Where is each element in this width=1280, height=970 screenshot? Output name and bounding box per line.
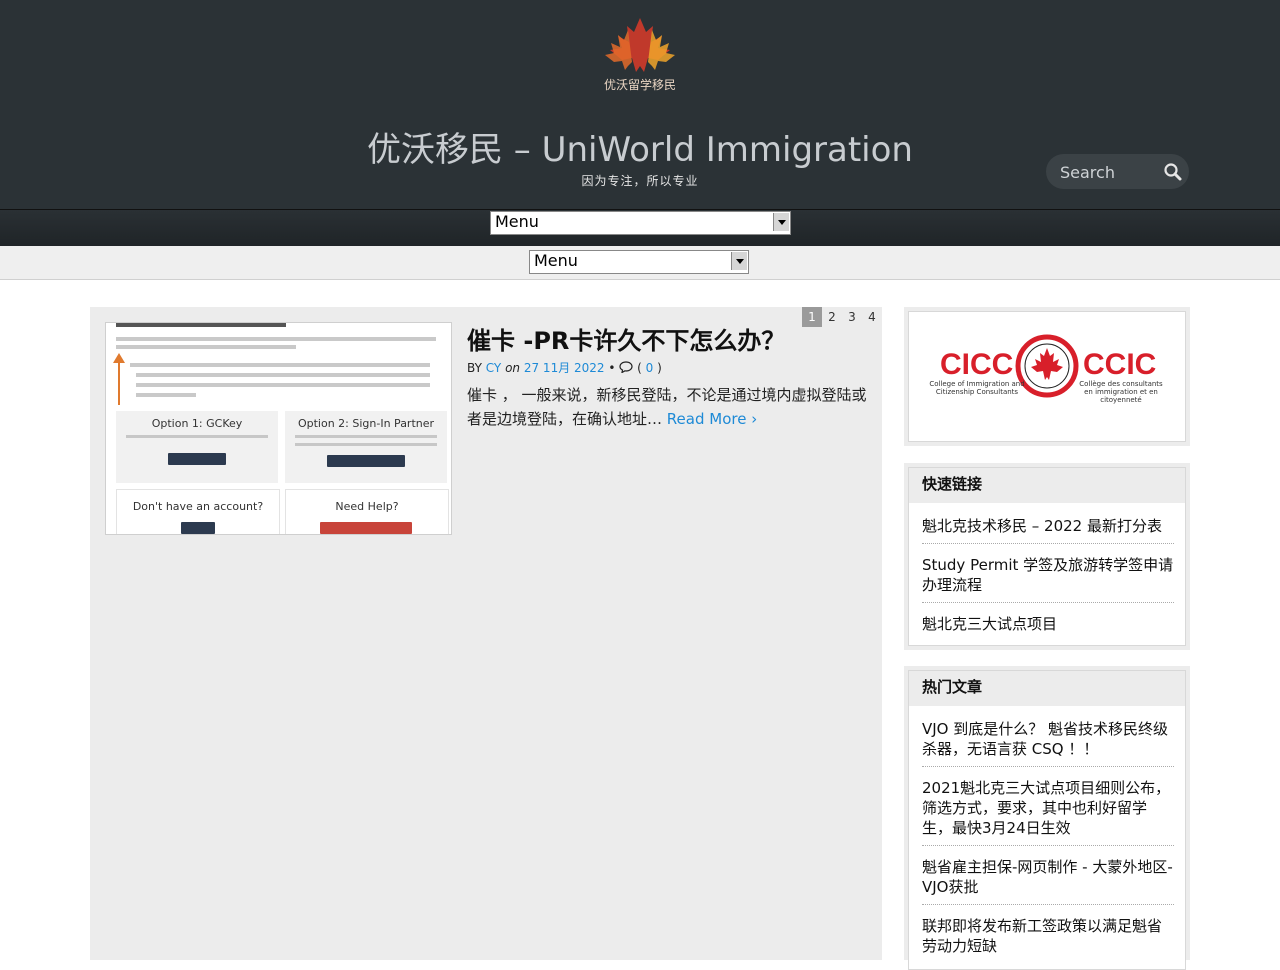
option1-card: Option 1: GCKey [116, 411, 278, 483]
divider [922, 904, 1174, 905]
comment-icon [619, 361, 633, 374]
no-account-title: Don't have an account? [132, 500, 264, 513]
quick-link-item[interactable]: 魁北克技术移民 – 2022 最新打分表 [922, 516, 1174, 536]
read-more-link[interactable]: Read More › [667, 410, 757, 428]
maple-leaf-icon [605, 18, 675, 72]
search-box [1046, 154, 1189, 189]
site-logo[interactable]: 优沃留学移民 [600, 16, 680, 94]
pager-item-3[interactable]: 3 [842, 307, 862, 327]
author-link[interactable]: CY [486, 361, 502, 375]
no-account-card: Don't have an account? [116, 489, 280, 534]
chevron-down-icon [731, 252, 747, 270]
warning-line [118, 357, 120, 405]
ccic-caption: Collège des consultants en immigration e… [1079, 380, 1163, 404]
on-label: on [505, 361, 521, 375]
help-button [320, 522, 412, 534]
secondary-menu-select[interactable]: Menu [529, 250, 749, 274]
quick-link-item[interactable]: Study Permit 学签及旅游转学签申请办理流程 [922, 555, 1174, 595]
register-button [181, 522, 215, 534]
popular-post-item[interactable]: 2021魁北克三大试点项目细则公布，筛选方式，要求，其中也利好留学生，最快3月2… [922, 778, 1174, 838]
secondary-nav: Menu [0, 246, 1280, 280]
quick-link-item[interactable]: 魁北克三大试点项目 [922, 614, 1174, 634]
pager-item-2[interactable]: 2 [822, 307, 842, 327]
divider [922, 766, 1174, 767]
option2-card: Option 2: Sign-In Partner [285, 411, 447, 483]
popular-posts-title: 热门文章 [909, 671, 1185, 706]
primary-menu-select[interactable]: Menu [490, 211, 791, 235]
divider [922, 543, 1174, 544]
warning-icon [113, 353, 125, 363]
option2-title: Option 2: Sign-In Partner [297, 417, 435, 430]
quick-links-widget: 快速链接 魁北克技术移民 – 2022 最新打分表 Study Permit 学… [904, 463, 1190, 650]
post-thumbnail[interactable]: Option 1: GCKey Option 2: Sign-In Partne… [105, 322, 452, 535]
cicc-text: CICC [940, 348, 1014, 381]
primary-nav: Menu [0, 209, 1280, 247]
comment-count[interactable]: 0 [646, 361, 654, 375]
cicc-caption: College of Immigration and Citizenship C… [929, 380, 1025, 396]
option2-button [327, 455, 405, 467]
primary-menu-label: Menu [495, 212, 539, 231]
slider-pager: 1 2 3 4 [802, 307, 882, 327]
need-help-card: Need Help? [285, 489, 449, 534]
site-header: 优沃留学移民 优沃移民 – UniWorld Immigration 因为专注，… [0, 0, 1280, 209]
chevron-down-icon [773, 213, 789, 231]
search-icon [1164, 163, 1182, 181]
cicc-widget: CICC CCIC College of Immigration and Cit… [904, 307, 1190, 446]
cicc-badge[interactable]: CICC CCIC College of Immigration and Cit… [908, 311, 1186, 442]
ccic-text: CCIC [1083, 348, 1157, 381]
popular-post-item[interactable]: 魁省雇主担保-网页制作 - 大蒙外地区-VJO获批 [922, 857, 1174, 897]
main-content: 1 2 3 4 Option 1: GCKey Option 2: Sign-I… [90, 307, 882, 960]
post-excerpt: 催卡 ， 一般来说，新移民登陆，不论是通过境内虚拟登陆或者是边境登陆，在确认地址… [467, 383, 867, 431]
search-input[interactable] [1058, 160, 1162, 184]
post-date[interactable]: 27 11月 2022 [524, 361, 605, 375]
secondary-menu-label: Menu [534, 251, 578, 270]
search-button[interactable] [1163, 162, 1183, 182]
popular-post-item[interactable]: 联邦即将发布新工签政策以满足魁省劳动力短缺 [922, 916, 1174, 956]
divider [922, 602, 1174, 603]
pager-item-1[interactable]: 1 [802, 307, 822, 327]
pager-item-4[interactable]: 4 [862, 307, 882, 327]
option1-title: Option 1: GCKey [151, 417, 243, 430]
logo-text: 优沃留学移民 [603, 78, 676, 92]
post-title[interactable]: 催卡 -PR卡许久不下怎么办？ [467, 321, 785, 356]
option1-button [168, 453, 226, 465]
popular-post-item[interactable]: VJO 到底是什么？ 魁省技术移民终级杀器，无语言获 CSQ ！！ [922, 719, 1174, 759]
post-meta: BY CY on 27 11月 2022 • ( 0 ) [467, 361, 662, 375]
by-label: BY [467, 361, 482, 375]
quick-links-title: 快速链接 [909, 468, 1185, 503]
need-help-title: Need Help? [335, 500, 399, 513]
popular-posts-widget: 热门文章 VJO 到底是什么？ 魁省技术移民终级杀器，无语言获 CSQ ！！ 2… [904, 666, 1190, 970]
divider [922, 845, 1174, 846]
